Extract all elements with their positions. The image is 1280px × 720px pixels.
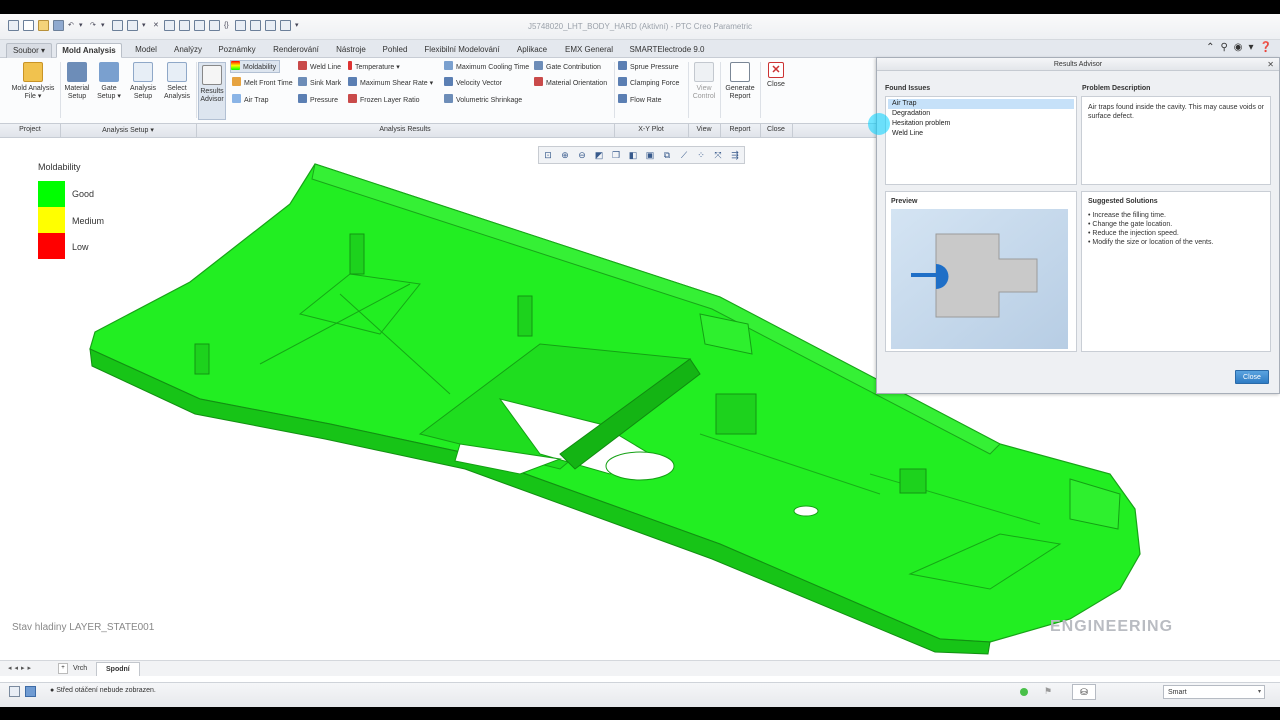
issues-container: Air Trap Degradation Hesitation problem … [886, 97, 1076, 141]
suggested-solutions-panel: Suggested Solutions • Increase the filli… [1081, 191, 1271, 352]
dialog-title: Results Advisor [1053, 61, 1103, 68]
legend-medium-swatch [38, 207, 65, 233]
preview-title: Preview [891, 198, 918, 205]
legend-medium-label: Medium [72, 216, 105, 226]
solution-item: • Change the gate location. [1088, 221, 1173, 228]
browser-toggle-icon[interactable] [25, 686, 36, 697]
problem-description-panel: Air traps found inside the cavity. This … [1081, 96, 1271, 185]
top-letterbox [0, 0, 1280, 14]
issue-air-trap[interactable]: Air Trap [888, 99, 1074, 109]
solutions-list: • Increase the filling time. • Change th… [1088, 211, 1213, 247]
suggested-solutions-title: Suggested Solutions [1088, 198, 1158, 205]
found-issues-list[interactable]: Air Trap Degradation Hesitation problem … [885, 96, 1077, 185]
found-issues-title: Found Issues [885, 85, 931, 92]
solution-item: • Reduce the injection speed. [1088, 230, 1179, 237]
problem-description-text: Air traps found inside the cavity. This … [1088, 104, 1264, 120]
engineering-watermark: ENGINEERING [1050, 618, 1174, 635]
status-message-text: Střed otáčení nebude zobrazen. [56, 687, 156, 694]
selection-filter-value: Smart [1168, 689, 1187, 696]
model-tree-toggle-icon[interactable] [9, 686, 20, 697]
solution-text: Modify the size or location of the vents… [1092, 239, 1214, 246]
regen-status-icon[interactable] [1020, 688, 1028, 696]
chevron-down-icon: ▾ [1257, 689, 1261, 695]
cursor-highlight [868, 113, 890, 135]
window-tabs-bar: ◂◂▸▸ + Vrch Spodní [0, 660, 1280, 676]
creo-window: ↶ ▾ ↷ ▾ ▾ ✕ {} ▾ J5748020_LHT_BODY_HARD … [0, 14, 1280, 707]
solution-item: • Modify the size or location of the ven… [1088, 239, 1214, 246]
find-icon[interactable]: ⛁ [1072, 684, 1096, 700]
solution-text: Reduce the injection speed. [1092, 230, 1179, 237]
status-message: ● Střed otáčení nebude zobrazen. [50, 687, 156, 694]
legend-low-label: Low [72, 242, 89, 252]
solution-text: Increase the filling time. [1092, 212, 1166, 219]
flag-icon[interactable]: ⚑ [1044, 686, 1052, 697]
legend-title: Moldability [38, 162, 81, 172]
legend-low-swatch [38, 233, 65, 259]
legend-good-swatch [38, 181, 65, 207]
results-advisor-dialog: Results Advisor ✕ Found Issues Air Trap … [876, 57, 1280, 394]
tab-top[interactable]: Vrch [64, 662, 96, 676]
problem-description-title: Problem Description [1082, 85, 1151, 92]
dialog-title-bar: Results Advisor ✕ [877, 58, 1279, 71]
issue-weld-line[interactable]: Weld Line [888, 129, 1074, 139]
tab-bottom[interactable]: Spodní [96, 662, 140, 676]
issue-degradation[interactable]: Degradation [888, 109, 1074, 119]
status-bar: ● Střed otáčení nebude zobrazen. ⚑ ⛁ Sma… [0, 682, 1280, 707]
bottom-letterbox [0, 707, 1280, 720]
dialog-close-icon[interactable]: ✕ [1267, 58, 1274, 71]
legend-good-label: Good [72, 189, 95, 199]
air-trap-preview-image [891, 209, 1068, 349]
issue-hesitation[interactable]: Hesitation problem [888, 119, 1074, 129]
preview-panel: Preview [885, 191, 1077, 352]
dialog-close-button[interactable]: Close [1235, 370, 1269, 384]
layer-state-label: Stav hladiny LAYER_STATE001 [12, 622, 155, 633]
selection-filter-select[interactable]: Smart ▾ [1163, 685, 1265, 699]
solution-text: Change the gate location. [1092, 221, 1173, 228]
solution-item: • Increase the filling time. [1088, 212, 1166, 219]
tab-navigation-arrows[interactable]: ◂◂▸▸ [8, 664, 34, 672]
